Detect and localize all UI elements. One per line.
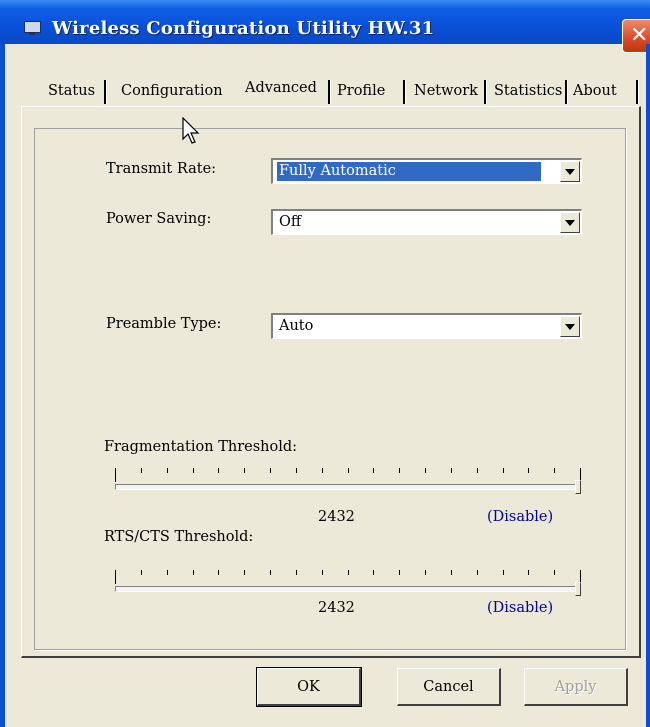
- slider-tick: [399, 570, 400, 575]
- slider-tick: [451, 468, 452, 473]
- slider-tick: [528, 570, 529, 575]
- power-saving-label: Power Saving:: [106, 211, 212, 227]
- apply-button[interactable]: Apply: [524, 668, 628, 706]
- tab-statistics[interactable]: Statistics: [494, 80, 562, 106]
- tab-separator: [484, 80, 487, 104]
- tab-network[interactable]: Network: [414, 80, 478, 106]
- slider-tick: [554, 570, 555, 575]
- rts-cts-disable-label: (Disable): [487, 600, 554, 616]
- transmit-rate-select[interactable]: Fully Automatic: [271, 158, 582, 184]
- slider-tick: [218, 468, 219, 473]
- network-adapter-icon: [24, 21, 41, 35]
- window-frame-right: [646, 44, 650, 727]
- preamble-type-select[interactable]: Auto: [271, 313, 582, 339]
- slider-tick: [451, 570, 452, 575]
- dropdown-arrow-icon[interactable]: [560, 161, 580, 182]
- power-saving-select[interactable]: Off: [271, 209, 582, 235]
- fragmentation-slider-thumb[interactable]: [575, 480, 581, 494]
- slider-tick: [218, 570, 219, 575]
- rts-cts-threshold-label: RTS/CTS Threshold:: [104, 529, 254, 545]
- dropdown-arrow-icon[interactable]: [560, 316, 580, 337]
- preamble-type-label: Preamble Type:: [106, 316, 222, 332]
- window-title: Wireless Configuration Utility HW.31: [52, 18, 435, 39]
- slider-tick: [115, 570, 116, 584]
- tab-separator: [328, 80, 331, 104]
- tab-configuration[interactable]: Configuration: [121, 80, 223, 106]
- slider-tick: [348, 570, 349, 575]
- slider-tick: [503, 570, 504, 575]
- slider-tick: [348, 468, 349, 473]
- rts-cts-threshold-slider[interactable]: [115, 586, 581, 592]
- slider-tick: [425, 468, 426, 473]
- slider-tick: [115, 468, 116, 482]
- tab-profile[interactable]: Profile: [337, 80, 385, 106]
- slider-tick: [477, 468, 478, 473]
- slider-tick: [322, 468, 323, 473]
- tab-separator: [104, 80, 107, 104]
- tab-advanced[interactable]: Advanced: [245, 77, 317, 103]
- slider-tick: [167, 570, 168, 575]
- slider-tick: [296, 570, 297, 575]
- ok-button[interactable]: OK: [256, 667, 362, 707]
- slider-tick: [244, 468, 245, 473]
- dropdown-arrow-icon[interactable]: [560, 212, 580, 233]
- tab-separator: [636, 80, 639, 104]
- slider-tick: [270, 468, 271, 473]
- fragmentation-threshold-label: Fragmentation Threshold:: [104, 439, 298, 455]
- fragmentation-disable-label: (Disable): [487, 509, 554, 525]
- rts-cts-threshold-value: 2432: [318, 600, 355, 616]
- slider-tick: [141, 468, 142, 473]
- slider-tick: [373, 570, 374, 575]
- slider-tick: [167, 468, 168, 473]
- preamble-type-value: Auto: [279, 318, 314, 334]
- slider-tick: [477, 570, 478, 575]
- slider-tick: [141, 570, 142, 575]
- slider-tick: [425, 570, 426, 575]
- tab-about[interactable]: About: [573, 80, 617, 106]
- cancel-button[interactable]: Cancel: [397, 668, 501, 706]
- tab-separator: [403, 80, 406, 104]
- transmit-rate-value: Fully Automatic: [277, 162, 541, 181]
- slider-tick: [296, 468, 297, 473]
- rts-cts-slider-thumb[interactable]: [575, 582, 581, 596]
- rts-cts-slider-ticks: [115, 570, 581, 584]
- slider-tick: [193, 468, 194, 473]
- tab-separator: [565, 80, 568, 104]
- slider-tick: [554, 468, 555, 473]
- slider-tick: [322, 570, 323, 575]
- transmit-rate-label: Transmit Rate:: [106, 161, 217, 177]
- slider-tick: [244, 570, 245, 575]
- window-frame-left: [0, 44, 5, 727]
- title-bar[interactable]: Wireless Configuration Utility HW.31 ✕: [0, 0, 650, 53]
- slider-tick: [193, 570, 194, 575]
- fragmentation-threshold-value: 2432: [318, 509, 355, 525]
- mouse-pointer-icon: [182, 117, 200, 144]
- slider-tick: [373, 468, 374, 473]
- tab-status[interactable]: Status: [48, 80, 95, 106]
- slider-tick: [399, 468, 400, 473]
- fragmentation-slider-ticks: [115, 468, 581, 482]
- slider-tick: [270, 570, 271, 575]
- fragmentation-threshold-slider[interactable]: [115, 484, 581, 490]
- power-saving-value: Off: [279, 214, 302, 230]
- slider-tick: [528, 468, 529, 473]
- slider-tick: [503, 468, 504, 473]
